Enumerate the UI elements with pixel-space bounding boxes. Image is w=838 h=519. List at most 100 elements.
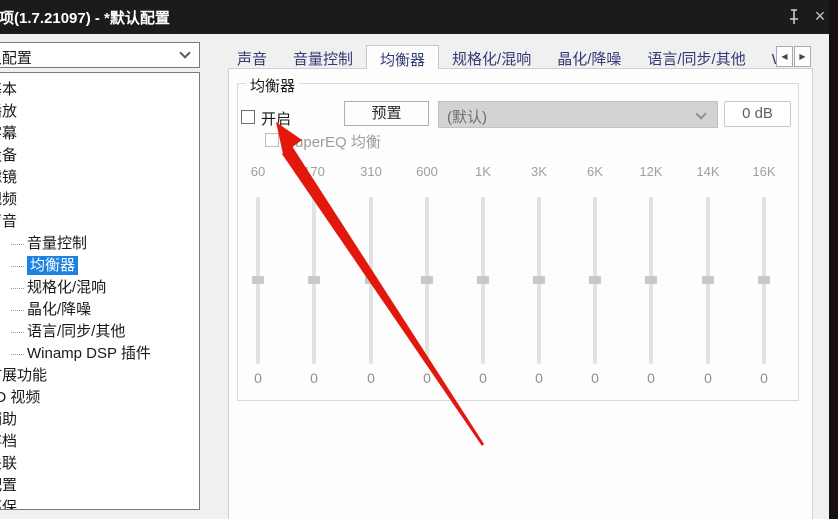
tree-item-label: 基本 (0, 81, 18, 98)
tree-item-label: 辅助 (0, 411, 18, 428)
tree-item[interactable]: 配置 (0, 475, 17, 497)
supereq-checkbox-label: SuperEQ 均衡 (285, 134, 381, 151)
band-value-label: 0 (647, 370, 655, 386)
band-slider-thumb[interactable] (308, 276, 320, 284)
chevron-down-icon (179, 47, 191, 59)
options-window: 选项(1.7.21097) - *默认配置 × *默认配置 基本播放字幕设备滤镜… (0, 0, 838, 519)
tree-item[interactable]: 音量控制 (11, 233, 87, 255)
tree-item[interactable]: 播放 (0, 101, 17, 123)
pin-icon[interactable] (783, 6, 805, 28)
tree-item[interactable]: 设备 (0, 145, 17, 167)
enable-checkbox[interactable] (241, 110, 255, 124)
tree-item[interactable]: 声音 (0, 211, 17, 233)
eq-band: 14K 0 (680, 164, 736, 386)
profile-combobox-value: *默认配置 (0, 50, 32, 67)
tree-item[interactable]: 滤镜 (0, 167, 17, 189)
band-value-label: 0 (760, 370, 768, 386)
tree-item[interactable]: 均衡器 (11, 255, 79, 277)
tree-connector (11, 331, 24, 333)
tree-item[interactable]: 基本 (0, 79, 17, 101)
band-slider-thumb[interactable] (477, 276, 489, 284)
background-strip (829, 0, 838, 519)
tab-scroll-left-button[interactable]: ◀ (776, 46, 793, 67)
tree-item-label: 视频 (0, 191, 18, 208)
band-value-label: 0 (254, 370, 262, 386)
equalizer-tab-page: 均衡器 开启 预置 (默认) 0 dB SuperEQ 均衡 60 0 170 0 31… (228, 68, 813, 519)
tab-3[interactable]: 规格化/混响 (439, 45, 544, 69)
tab-1[interactable]: 音量控制 (280, 45, 366, 69)
eq-band: 12K 0 (623, 164, 679, 386)
band-slider-thumb[interactable] (365, 276, 377, 284)
band-slider-thumb[interactable] (645, 276, 657, 284)
tree-item[interactable]: 辅助 (0, 409, 17, 431)
tab-0[interactable]: 声音 (224, 45, 280, 69)
tree-connector (11, 243, 24, 245)
eq-band: 600 0 (399, 164, 455, 386)
band-frequency-label: 16K (752, 164, 776, 179)
band-frequency-label: 12K (639, 164, 663, 179)
band-value-label: 0 (367, 370, 375, 386)
preset-dropdown-value: (默认) (447, 109, 487, 126)
eq-band: 6K 0 (567, 164, 623, 386)
eq-band: 16K 0 (736, 164, 792, 386)
band-frequency-label: 3K (531, 164, 547, 179)
tree-item[interactable]: 关联 (0, 453, 17, 475)
tree-item[interactable]: 字幕 (0, 123, 17, 145)
tree-item[interactable]: 规格化/混响 (11, 277, 106, 299)
tree-item-label: 规格化/混响 (27, 279, 107, 296)
tree-item-label: 滤镜 (0, 169, 18, 186)
tree-item[interactable]: Winamp DSP 插件 (11, 343, 151, 365)
tree-item-label: 扩展功能 (0, 367, 48, 384)
tree-item-label: 存档 (0, 433, 18, 450)
tree-item-label: 音量控制 (27, 235, 88, 252)
tab-active[interactable]: 均衡器 (366, 45, 440, 69)
tree-item-label: 配置 (0, 477, 18, 494)
band-value-label: 0 (591, 370, 599, 386)
groupbox-title: 均衡器 (246, 75, 300, 96)
tab-4[interactable]: 晶化/降噪 (544, 45, 634, 69)
tree-item[interactable]: 语言/同步/其他 (11, 321, 125, 343)
band-frequency-label: 170 (303, 164, 325, 179)
tree-item[interactable]: 扩展功能 (0, 365, 47, 387)
band-frequency-label: 60 (250, 164, 266, 179)
band-slider-thumb[interactable] (702, 276, 714, 284)
tree-item[interactable]: 视频 (0, 189, 17, 211)
band-slider-thumb[interactable] (758, 276, 770, 284)
tree-connector (11, 353, 24, 355)
tree-item-label: 播放 (0, 103, 18, 120)
chevron-down-icon (695, 108, 707, 120)
tree-item-label: 环保 (0, 499, 18, 510)
preset-dropdown[interactable]: (默认) (438, 101, 718, 128)
supereq-checkbox[interactable] (265, 133, 279, 147)
band-slider-thumb[interactable] (589, 276, 601, 284)
tree-item[interactable]: 存档 (0, 431, 17, 453)
profile-combobox[interactable]: *默认配置 (0, 42, 200, 68)
tree-item-label: 晶化/降噪 (27, 301, 92, 318)
band-frequency-label: 600 (416, 164, 438, 179)
tree-item[interactable]: 晶化/降噪 (11, 299, 91, 321)
eq-band: 3K 0 (511, 164, 567, 386)
tree-item-label: 字幕 (0, 125, 18, 142)
tab-scroll-right-button[interactable]: ▶ (794, 46, 811, 67)
tree-item-label: Winamp DSP 插件 (27, 345, 151, 362)
band-frequency-label: 1K (475, 164, 491, 179)
preamp-db-button[interactable]: 0 dB (724, 101, 791, 127)
tab-6[interactable]: Winamp DSP 插件 (759, 45, 776, 69)
band-slider-thumb[interactable] (252, 276, 264, 284)
band-value-label: 0 (535, 370, 543, 386)
eq-band: 310 0 (343, 164, 399, 386)
enable-checkbox-label[interactable]: 开启 (261, 108, 291, 129)
equalizer-groupbox: 均衡器 开启 预置 (默认) 0 dB SuperEQ 均衡 60 0 170 0 31… (237, 75, 799, 401)
band-slider-thumb[interactable] (533, 276, 545, 284)
tab-5[interactable]: 语言/同步/其他 (634, 45, 758, 69)
band-slider-thumb[interactable] (421, 276, 433, 284)
eq-band: 60 0 (230, 164, 286, 386)
tree-item[interactable]: 环保 (0, 497, 18, 510)
preset-button[interactable]: 预置 (344, 101, 429, 126)
title-bar: 选项(1.7.21097) - *默认配置 × (0, 0, 838, 34)
tab-bar: 声音音量控制均衡器规格化/混响晶化/降噪语言/同步/其他Winamp DSP 插… (224, 45, 776, 69)
window-title: 选项(1.7.21097) - *默认配置 (0, 10, 170, 27)
band-value-label: 0 (704, 370, 712, 386)
tree-item-label: 3D 视频 (0, 389, 41, 406)
tree-item[interactable]: 3D 视频 (0, 387, 40, 409)
